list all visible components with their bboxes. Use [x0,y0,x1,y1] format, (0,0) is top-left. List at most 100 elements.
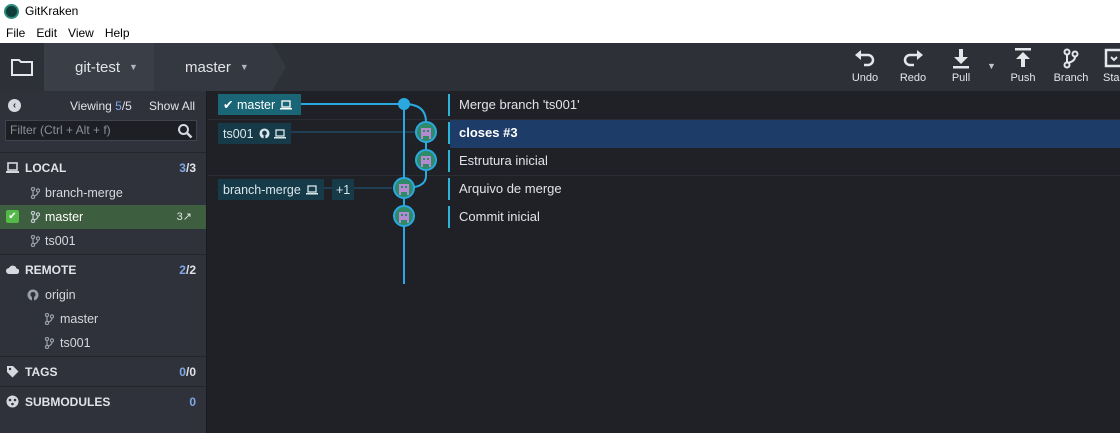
section-local[interactable]: LOCAL 3/3 [0,152,206,181]
show-all-link[interactable]: Show All [149,99,195,113]
commit-row-marker [448,94,450,116]
filter-input[interactable]: Filter (Ctrl + Alt + f) [5,120,197,141]
commit-row-marker [448,178,450,200]
commit-graph: ✔ master ts001 branch-merge +1 Merge bra… [208,91,1120,433]
branch-icon [30,187,40,199]
redo-icon [903,50,923,67]
remote-label: origin [45,288,76,302]
branch-icon [30,211,40,223]
branch-icon [44,337,54,349]
local-branch-item[interactable]: branch-merge [0,181,206,205]
open-repo-button[interactable] [0,43,44,91]
remote-branch-item[interactable]: master [0,307,206,331]
menu-help[interactable]: Help [99,26,135,40]
ref-label-master[interactable]: ✔ master [218,94,301,115]
commit-avatar-icon[interactable] [393,177,415,199]
branch-selector[interactable]: master ▼ [154,43,272,91]
viewing-shown: 5 [115,99,122,113]
commit-message[interactable]: Arquivo de merge [459,181,562,196]
graph-lines [291,98,427,284]
commit-avatar-icon[interactable] [393,205,415,227]
section-tags-title: TAGS [25,365,58,379]
commit-message[interactable]: Merge branch 'ts001' [459,97,580,112]
push-label: Push [1010,72,1036,84]
repo-selector[interactable]: git-test ▼ [44,43,154,91]
commit-row-marker [448,206,450,228]
branch-label: master [60,312,99,326]
window-titlebar: GitKraken [0,0,1120,22]
redo-label: Redo [899,72,927,84]
undo-label: Undo [851,72,879,84]
folder-icon [11,59,33,76]
pull-button[interactable]: Pull [945,47,977,89]
checkout-check-icon: ✔ [6,210,19,223]
local-branch-item-active[interactable]: ✔ master 3↗ [0,205,206,229]
ref-label-ts001[interactable]: ts001 [218,123,291,144]
branch-label: Branch [1053,72,1089,84]
section-submodules[interactable]: SUBMODULES 0 [0,386,206,415]
check-icon: ✔ [223,98,237,112]
commit-avatar-icon[interactable] [415,121,437,143]
menu-edit[interactable]: Edit [30,26,62,40]
pull-icon [953,49,969,69]
sidebar-header: ‹ Viewing 5/5 Show All [0,91,206,120]
stash-icon [1104,48,1120,68]
commit-message-selected[interactable]: closes #3 [459,125,518,140]
viewing-count: Viewing 5/5 [70,99,132,113]
pull-options-chevron-icon[interactable]: ▼ [987,61,996,71]
commit-message[interactable]: Estrutura inicial [459,153,548,168]
branch-label: ts001 [45,234,76,248]
commit-message[interactable]: Commit inicial [459,209,540,224]
section-remote-count: 2/2 [179,263,196,277]
push-button[interactable]: Push [1007,47,1039,89]
tag-icon [7,366,19,378]
toolbar: git-test ▼ master ▼ Undo Redo Pull ▼ Pus… [0,43,1120,91]
section-local-title: LOCAL [25,161,67,175]
local-branch-item[interactable]: ts001 [0,229,206,253]
laptop-icon [273,128,286,138]
branch-icon [44,313,54,325]
ref-label-branch-merge[interactable]: branch-merge [218,179,324,200]
menu-view[interactable]: View [62,26,99,40]
section-remote-title: REMOTE [25,263,77,277]
chevron-down-icon: ▼ [239,62,249,72]
section-submodules-count: 0 [189,395,196,409]
ref-name: master [236,97,276,112]
ref-name: branch-merge [223,182,301,197]
collapse-panel-icon[interactable]: ‹ [8,99,21,112]
viewing-total: /5 [121,99,132,113]
branch-icon [1063,48,1079,69]
branch-label: master [45,210,84,224]
submodule-icon [6,395,19,408]
laptop-icon [280,99,293,109]
github-icon [259,128,270,139]
menu-file[interactable]: File [0,26,30,40]
repo-name: git-test [75,58,121,76]
laptop-icon [6,162,19,173]
section-remote[interactable]: REMOTE 2/2 [0,254,206,283]
section-tags[interactable]: TAGS 0/0 [0,356,206,385]
push-icon [1015,48,1031,67]
commit-avatar-icon[interactable] [415,149,437,171]
section-submodules-title: SUBMODULES [25,395,111,409]
stash-label: Sta [1103,72,1120,84]
section-local-count: 3/3 [179,161,196,175]
viewing-label: Viewing [70,99,112,113]
left-sidebar: ‹ Viewing 5/5 Show All Filter (Ctrl + Al… [0,91,207,433]
undo-button[interactable]: Undo [849,47,881,89]
menu-bar: File Edit View Help [0,22,1120,43]
branch-icon [30,235,40,247]
branch-label: ts001 [60,336,91,350]
remote-branch-item[interactable]: ts001 [0,331,206,355]
remote-origin-item[interactable]: origin [0,283,206,307]
commit-row-marker [448,122,450,144]
branch-button[interactable]: Branch [1051,47,1091,89]
stash-button[interactable]: Sta [1103,47,1120,89]
ref-name: ts001 [223,126,254,141]
section-tags-count: 0/0 [179,365,196,379]
ref-overflow-badge[interactable]: +1 [332,179,354,200]
redo-button[interactable]: Redo [897,47,929,89]
laptop-icon [305,184,318,194]
cloud-icon [6,265,19,274]
breadcrumb-separator [272,43,286,91]
